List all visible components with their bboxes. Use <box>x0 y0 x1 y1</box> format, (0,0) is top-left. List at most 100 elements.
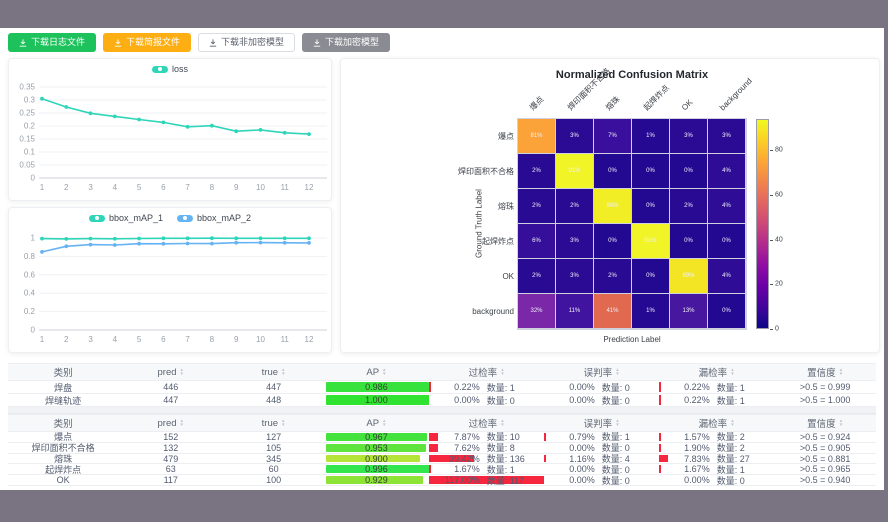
colorbar-tick <box>770 240 773 241</box>
sort-caret-icon[interactable]: ▲▼ <box>382 419 386 426</box>
column-header-pred[interactable]: pred▲▼ <box>118 415 223 431</box>
matrix-cell: 3% <box>556 224 593 258</box>
cell-category: 焊印面积不合格 <box>8 443 118 453</box>
table-row: 焊印面积不合格1321050.9537.62%数量: 80.00%数量: 01.… <box>8 443 876 454</box>
rate-percent: 1.57% <box>659 432 710 442</box>
cell-over-rate: 1.67%数量: 1 <box>429 464 544 474</box>
matrix-row-label: OK <box>404 259 514 294</box>
matrix-column-label: 熔珠 <box>604 95 622 113</box>
sort-caret-icon[interactable]: ▲▼ <box>281 368 285 375</box>
rate-percent: 117.00% <box>429 475 480 485</box>
svg-text:0: 0 <box>31 326 36 335</box>
matrix-cell: 0% <box>632 189 669 223</box>
cell-ap: 0.900 <box>324 454 429 464</box>
column-header-pred[interactable]: pred▲▼ <box>118 364 223 380</box>
column-header-true[interactable]: true▲▼ <box>223 415 324 431</box>
svg-text:7: 7 <box>185 183 190 192</box>
rate-percent: 0.22% <box>429 382 480 392</box>
matrix-cell: 0% <box>632 154 669 188</box>
legend-item-loss[interactable]: loss <box>152 64 188 74</box>
matrix-cell: 1% <box>632 119 669 153</box>
loss-chart-card: loss 00.050.10.150.20.250.30.35123456789… <box>8 58 332 201</box>
matrix-cell: 11% <box>556 294 593 328</box>
cell-category: 起焊炸点 <box>8 464 118 474</box>
matrix-column-label: 爆点 <box>528 95 546 113</box>
svg-text:0.6: 0.6 <box>24 270 36 279</box>
loss-line-chart: 00.050.10.150.20.250.30.3512345678910111… <box>9 59 333 202</box>
legend-label: loss <box>172 64 188 74</box>
matrix-row-label: 熔珠 <box>404 189 514 224</box>
matrix-cell: 3% <box>556 119 593 153</box>
column-header-ap[interactable]: AP▲▼ <box>324 364 429 380</box>
sort-caret-icon[interactable]: ▲▼ <box>180 368 184 375</box>
cell-miss-rate: 1.57%数量: 2 <box>659 432 774 442</box>
cell-miss-rate: 0.00%数量: 0 <box>659 475 774 485</box>
rate-count: 数量: 1 <box>487 464 545 474</box>
sort-caret-icon[interactable]: ▲▼ <box>839 419 843 426</box>
legend-item-bbox_mAP_1[interactable]: bbox_mAP_1 <box>89 213 163 223</box>
matrix-cell: 0% <box>708 294 745 328</box>
sort-caret-icon[interactable]: ▲▼ <box>839 368 843 375</box>
sort-caret-icon[interactable]: ▲▼ <box>730 368 734 375</box>
cell-pred: 446 <box>118 381 223 393</box>
button-label: 下载非加密模型 <box>221 38 284 47</box>
matrix-cell: 3% <box>556 259 593 293</box>
sort-caret-icon[interactable]: ▲▼ <box>730 419 734 426</box>
cell-pred: 152 <box>118 432 223 442</box>
matrix-cell: 32% <box>518 294 555 328</box>
rate-percent: 0.00% <box>544 464 594 474</box>
sort-caret-icon[interactable]: ▲▼ <box>500 368 504 375</box>
matrix-cell: 0% <box>670 154 707 188</box>
download-button-4[interactable]: 下载加密模型 <box>302 33 390 52</box>
sort-caret-icon[interactable]: ▲▼ <box>382 368 386 375</box>
download-button-3[interactable]: 下载非加密模型 <box>198 33 295 52</box>
column-header-ap[interactable]: AP▲▼ <box>324 415 429 431</box>
column-header-mis[interactable]: 误判率▲▼ <box>544 415 659 431</box>
download-button-1[interactable]: 下载日志文件 <box>8 33 96 52</box>
cell-ap: 0.996 <box>324 464 429 474</box>
cell-ap: 0.953 <box>324 443 429 453</box>
rate-percent: 0.79% <box>544 432 594 442</box>
matrix-cell: 91% <box>556 154 593 188</box>
column-header-miss[interactable]: 漏检率▲▼ <box>659 364 774 380</box>
svg-text:3: 3 <box>88 183 93 192</box>
sort-caret-icon[interactable]: ▲▼ <box>615 368 619 375</box>
matrix-row-label: 爆点 <box>404 119 514 154</box>
button-label: 下载日志文件 <box>31 38 85 47</box>
legend-label: bbox_mAP_2 <box>197 213 251 223</box>
column-header-conf[interactable]: 置信度▲▼ <box>774 364 876 380</box>
column-header-conf[interactable]: 置信度▲▼ <box>774 415 876 431</box>
matrix-cell: 3% <box>670 119 707 153</box>
confusion-matrix-xlabel: Prediction Label <box>518 335 746 344</box>
column-header-mis[interactable]: 误判率▲▼ <box>544 364 659 380</box>
cell-category: 焊盘 <box>8 381 118 393</box>
legend-label: bbox_mAP_1 <box>109 213 163 223</box>
cell-confidence: >0.5 = 0.999 <box>774 381 876 393</box>
column-header-over[interactable]: 过检率▲▼ <box>429 364 544 380</box>
column-header-over[interactable]: 过检率▲▼ <box>429 415 544 431</box>
sort-caret-icon[interactable]: ▲▼ <box>500 419 504 426</box>
rate-percent: 0.00% <box>429 395 480 405</box>
matrix-cell: 4% <box>708 189 745 223</box>
svg-text:0.35: 0.35 <box>19 83 35 92</box>
sort-caret-icon[interactable]: ▲▼ <box>180 419 184 426</box>
cell-over-rate: 7.62%数量: 8 <box>429 443 544 453</box>
rate-percent: 0.00% <box>544 475 594 485</box>
cell-mis-rate: 1.16%数量: 4 <box>544 454 659 464</box>
column-label: 过检率 <box>469 365 498 379</box>
sort-caret-icon[interactable]: ▲▼ <box>615 419 619 426</box>
sort-caret-icon[interactable]: ▲▼ <box>281 419 285 426</box>
ap-value: 0.986 <box>365 382 388 392</box>
download-button-2[interactable]: 下载简报文件 <box>103 33 191 52</box>
svg-text:2: 2 <box>64 335 69 344</box>
column-header-miss[interactable]: 漏检率▲▼ <box>659 415 774 431</box>
matrix-cell: 2% <box>518 189 555 223</box>
cell-category: 爆点 <box>8 432 118 442</box>
matrix-cell: 7% <box>594 119 631 153</box>
matrix-cell: 81% <box>518 119 555 153</box>
column-header-true[interactable]: true▲▼ <box>223 364 324 380</box>
legend-item-bbox_mAP_2[interactable]: bbox_mAP_2 <box>177 213 251 223</box>
cell-over-rate: 0.22%数量: 1 <box>429 381 544 393</box>
rate-percent: 0.22% <box>659 395 710 405</box>
cell-confidence: >0.5 = 0.881 <box>774 454 876 464</box>
